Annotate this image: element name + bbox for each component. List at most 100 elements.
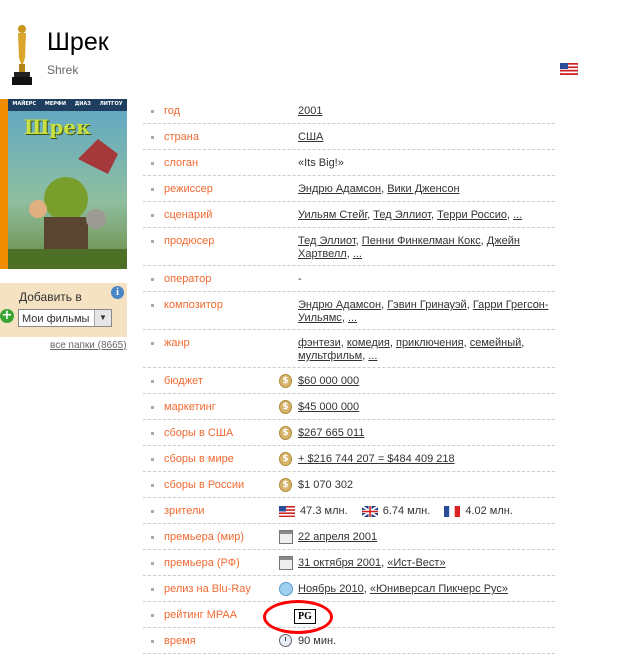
- info-row: зрители 47.3 млн. 6.74 млн. 4.02 млн.: [143, 498, 555, 524]
- poster-name-2: МЕРФИ: [44, 101, 67, 107]
- row-value: Уильям Стейг, Тед Эллиот, Терри Россио, …: [298, 209, 523, 221]
- row-link[interactable]: фэнтези: [298, 337, 341, 349]
- row-bullet: [151, 484, 154, 487]
- poster[interactable]: МАЙЕРС МЕРФИ ДИАЗ ЛИТГОУ Шрек: [0, 99, 127, 269]
- coin-icon: $: [279, 426, 292, 440]
- row-label: бюджет: [164, 375, 203, 387]
- original-title: Shrek: [47, 63, 79, 77]
- info-row: сборы в мире $ + $216 744 207 = $484 409 2…: [143, 446, 555, 472]
- row-label: время: [164, 635, 196, 647]
- uk-flag-icon: [361, 505, 378, 517]
- row-link[interactable]: 22 апреля 2001: [298, 531, 377, 543]
- row-link[interactable]: 2001: [298, 105, 322, 117]
- row-link[interactable]: Гэвин Гринауэй: [387, 299, 467, 311]
- row-bullet: [151, 110, 154, 113]
- coin-icon: $: [279, 478, 292, 492]
- row-bullet: [151, 342, 154, 345]
- poster-name-1: МАЙЕРС: [12, 101, 37, 107]
- viewer-count: 47.3 млн.: [297, 505, 348, 517]
- page-title: Шрек: [47, 28, 109, 56]
- row-label: слоган: [164, 157, 199, 169]
- viewer-count: 6.74 млн.: [379, 505, 431, 517]
- row-value: «Its Big!»: [298, 157, 344, 169]
- row-label: композитор: [164, 299, 223, 311]
- red-annotation-circle: [263, 600, 333, 634]
- row-link[interactable]: Терри Россио: [437, 209, 507, 221]
- row-link[interactable]: Тед Эллиот: [298, 235, 356, 247]
- row-link[interactable]: «Юниверсал Пикчерс Рус»: [370, 583, 508, 595]
- row-link[interactable]: $60 000 000: [298, 375, 359, 387]
- folder-select-value: Мои фильмы: [22, 313, 90, 325]
- info-row: сборы в России $ $1 070 302: [143, 472, 555, 498]
- row-link[interactable]: Уильям Стейг: [298, 209, 367, 221]
- row-bullet: [151, 240, 154, 243]
- row-link[interactable]: Пенни Финкелман Кокс: [362, 235, 481, 247]
- row-link[interactable]: + $216 744 207 = $484 409 218: [298, 453, 455, 465]
- calendar-icon: [279, 530, 293, 544]
- row-label: год: [164, 105, 181, 117]
- row-label: сборы в США: [164, 427, 234, 439]
- chevron-down-icon[interactable]: ▼: [94, 310, 111, 326]
- row-value: 31 октября 2001, «Ист-Вест»: [298, 557, 446, 569]
- row-link[interactable]: Эндрю Адамсон: [298, 183, 381, 195]
- coin-icon: $: [279, 400, 292, 414]
- clock-icon: [279, 634, 292, 647]
- row-value: Тед Эллиот, Пенни Финкелман Кокс, Джейн …: [298, 235, 520, 260]
- us-flag-icon: [279, 505, 295, 517]
- info-row: премьера (мир) 22 апреля 2001: [143, 524, 555, 550]
- row-link[interactable]: $45 000 000: [298, 401, 359, 413]
- row-link[interactable]: ...: [353, 248, 362, 260]
- row-label: рейтинг MPAA: [164, 609, 238, 621]
- folder-select[interactable]: Мои фильмы ▼: [18, 309, 112, 327]
- row-label: премьера (РФ): [164, 557, 240, 569]
- row-link[interactable]: Тед Эллиот: [373, 209, 431, 221]
- row-value: 2001: [298, 105, 549, 118]
- add-plus-icon[interactable]: +: [0, 309, 14, 323]
- info-row: сборы в США $ $267 665 011: [143, 420, 555, 446]
- row-link[interactable]: «Ист-Вест»: [387, 557, 445, 569]
- row-link[interactable]: Вики Дженсон: [387, 183, 459, 195]
- row-bullet: [151, 432, 154, 435]
- row-bullet: [151, 136, 154, 139]
- row-label: режиссер: [164, 183, 213, 195]
- info-row: оператор -: [143, 266, 555, 292]
- info-icon[interactable]: i: [111, 286, 124, 299]
- info-row: год 2001: [143, 98, 555, 124]
- info-row: премьера (РФ) 31 октября 2001, «Ист-Вест»: [143, 550, 555, 576]
- row-link[interactable]: США: [298, 131, 323, 143]
- poster-name-3: ДИАЗ: [74, 101, 91, 107]
- info-row: релиз на Blu-Ray Ноябрь 2010, «Юниверсал …: [143, 576, 555, 602]
- all-folders-link[interactable]: все папки (8665): [50, 340, 127, 351]
- row-label: страна: [164, 131, 199, 143]
- row-label: премьера (мир): [164, 531, 245, 543]
- row-value: 47.3 млн. 6.74 млн. 4.02 млн.: [279, 505, 549, 518]
- row-bullet: [151, 640, 154, 643]
- row-link[interactable]: мультфильм: [298, 350, 362, 362]
- row-link[interactable]: ...: [348, 312, 357, 324]
- row-link[interactable]: Ноябрь 2010: [298, 583, 364, 595]
- row-link[interactable]: ...: [368, 350, 377, 362]
- row-label: релиз на Blu-Ray: [164, 583, 251, 595]
- info-row: продюсер Тед Эллиот, Пенни Финкелман Кокс…: [143, 228, 555, 266]
- row-link[interactable]: комедия: [347, 337, 390, 349]
- row-value: США: [298, 131, 549, 144]
- movie-info-table: год 2001 страна США слоган «Its Big!» режиссер…: [143, 98, 555, 654]
- info-row: режиссер Эндрю Адамсон, Вики Дженсон: [143, 176, 555, 202]
- us-flag-icon[interactable]: [560, 63, 578, 75]
- info-row: композитор Эндрю Адамсон, Гэвин Гринауэй,…: [143, 292, 555, 330]
- row-value: 22 апреля 2001: [298, 531, 549, 544]
- row-value: $60 000 000: [298, 375, 549, 388]
- row-link[interactable]: семейный: [470, 337, 522, 349]
- info-row: жанр фэнтези, комедия, приключения, семей…: [143, 330, 555, 368]
- row-link[interactable]: $267 665 011: [298, 427, 364, 439]
- disc-icon: [279, 582, 293, 596]
- row-link[interactable]: приключения: [396, 337, 464, 349]
- oscar-statuette-icon: [12, 25, 32, 85]
- row-link[interactable]: ...: [513, 209, 522, 221]
- row-bullet: [151, 304, 154, 307]
- row-label: сборы в мире: [164, 453, 234, 465]
- info-row: маркетинг $ $45 000 000: [143, 394, 555, 420]
- row-link[interactable]: 31 октября 2001: [298, 557, 381, 569]
- info-row: время 90 мин.: [143, 628, 555, 654]
- row-link[interactable]: Эндрю Адамсон: [298, 299, 381, 311]
